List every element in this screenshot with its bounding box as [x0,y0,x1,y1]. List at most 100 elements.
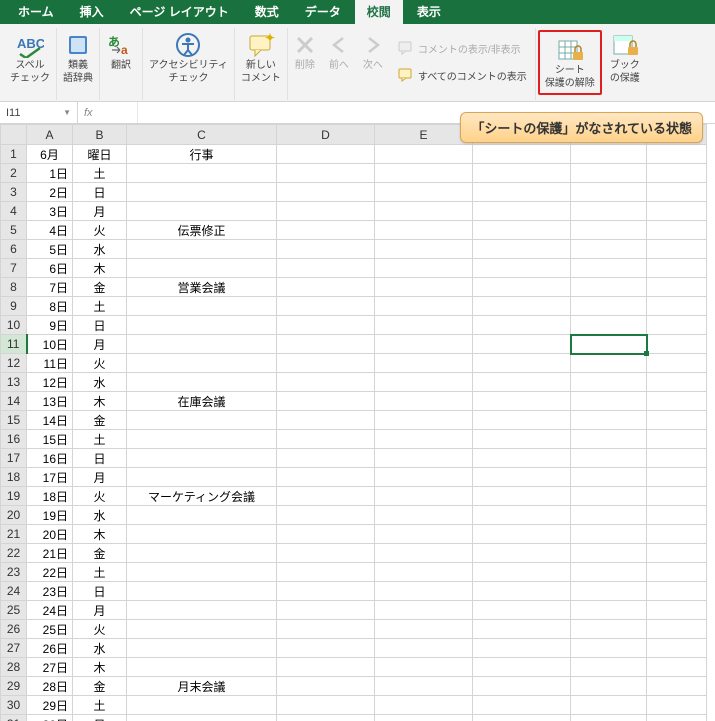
cell[interactable]: 木 [73,392,127,411]
cell[interactable] [571,468,647,487]
cell[interactable] [127,164,277,183]
cell[interactable]: 26日 [27,639,73,658]
cell[interactable] [127,639,277,658]
cell[interactable]: 土 [73,696,127,715]
cell[interactable] [647,316,707,335]
cell[interactable] [375,240,473,259]
cell[interactable] [375,221,473,240]
cell[interactable] [647,392,707,411]
col-header-D[interactable]: D [277,125,375,145]
cell[interactable] [571,373,647,392]
row-header-17[interactable]: 17 [1,449,27,468]
cell[interactable] [375,506,473,525]
cell[interactable] [127,430,277,449]
cell[interactable] [277,316,375,335]
cell[interactable]: 27日 [27,658,73,677]
cell[interactable] [473,411,571,430]
cell[interactable] [647,335,707,354]
cell[interactable] [473,259,571,278]
cell[interactable] [473,392,571,411]
cell[interactable]: 9日 [27,316,73,335]
cell[interactable] [571,487,647,506]
cell[interactable] [647,582,707,601]
cell[interactable]: 6日 [27,259,73,278]
cell[interactable] [571,145,647,164]
tab-insert[interactable]: 挿入 [68,0,116,24]
cell[interactable] [647,411,707,430]
cell[interactable] [277,145,375,164]
cell[interactable] [571,164,647,183]
cell[interactable] [277,354,375,373]
cell[interactable] [647,202,707,221]
cell[interactable] [647,259,707,278]
row-header-19[interactable]: 19 [1,487,27,506]
cell[interactable] [127,449,277,468]
cell[interactable] [277,183,375,202]
cell[interactable] [571,658,647,677]
cell[interactable] [647,164,707,183]
cell[interactable] [277,582,375,601]
cell[interactable] [277,544,375,563]
row-header-12[interactable]: 12 [1,354,27,373]
row-header-5[interactable]: 5 [1,221,27,240]
cell[interactable] [473,620,571,639]
cell[interactable] [375,639,473,658]
cell[interactable]: 火 [73,620,127,639]
cell[interactable] [647,544,707,563]
cell[interactable]: 6月 [27,145,73,164]
cell[interactable] [647,297,707,316]
cell[interactable] [127,335,277,354]
col-header-A[interactable]: A [27,125,73,145]
cell[interactable]: 12日 [27,373,73,392]
cell[interactable]: 日 [73,582,127,601]
cell[interactable] [375,620,473,639]
cell[interactable] [127,658,277,677]
cell[interactable] [127,354,277,373]
cell[interactable] [127,202,277,221]
cell[interactable] [127,373,277,392]
tab-data[interactable]: データ [293,0,353,24]
cell[interactable]: 10日 [27,335,73,354]
cell[interactable]: 日 [73,449,127,468]
cell[interactable] [571,183,647,202]
cell[interactable] [375,696,473,715]
cell[interactable]: 28日 [27,677,73,696]
cell[interactable] [647,506,707,525]
cell[interactable] [277,487,375,506]
cell[interactable] [571,582,647,601]
cell[interactable] [127,183,277,202]
cell[interactable] [277,259,375,278]
cell[interactable]: 営業会議 [127,278,277,297]
cell[interactable]: 29日 [27,696,73,715]
cell[interactable] [571,563,647,582]
cell[interactable] [127,468,277,487]
cell[interactable] [571,335,647,354]
cell[interactable] [375,563,473,582]
cell[interactable] [473,715,571,721]
cell[interactable] [473,696,571,715]
cell[interactable] [571,221,647,240]
row-header-28[interactable]: 28 [1,658,27,677]
cell[interactable]: 17日 [27,468,73,487]
cell[interactable] [473,430,571,449]
cell[interactable] [571,392,647,411]
row-header-23[interactable]: 23 [1,563,27,582]
cell[interactable] [647,145,707,164]
cell[interactable] [571,259,647,278]
row-header-3[interactable]: 3 [1,183,27,202]
row-header-11[interactable]: 11 [1,335,27,354]
cell[interactable]: 24日 [27,601,73,620]
cell[interactable] [277,715,375,721]
cell[interactable] [127,563,277,582]
cell[interactable] [571,525,647,544]
cell[interactable]: 5日 [27,240,73,259]
cell[interactable] [375,430,473,449]
cell[interactable] [277,278,375,297]
cell[interactable] [127,715,277,721]
cell[interactable]: 30日 [27,715,73,721]
row-header-8[interactable]: 8 [1,278,27,297]
cell[interactable] [277,506,375,525]
cell[interactable] [571,620,647,639]
cell[interactable] [375,373,473,392]
cell[interactable] [127,620,277,639]
